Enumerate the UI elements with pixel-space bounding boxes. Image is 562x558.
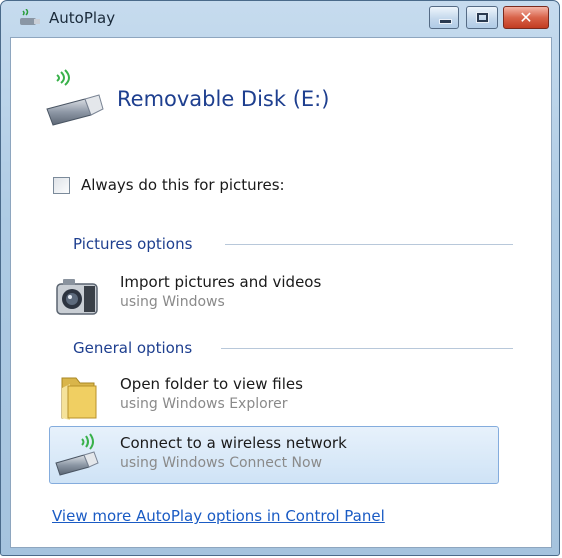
control-panel-link[interactable]: View more AutoPlay options in Control Pa… (52, 507, 385, 525)
option-subtitle: using Windows Connect Now (120, 455, 323, 471)
minimize-icon (439, 19, 452, 24)
option-connect-wireless[interactable]: Connect to a wireless network using Wind… (49, 426, 499, 484)
always-do-this-label: Always do this for pictures: (81, 176, 285, 194)
general-options-label: General options (73, 339, 193, 357)
pictures-options-label: Pictures options (73, 235, 193, 253)
close-icon: ✕ (519, 8, 533, 27)
pictures-options-header: Pictures options (73, 234, 192, 254)
usb-wireless-drive-icon (46, 69, 104, 126)
option-title: Open folder to view files (120, 375, 303, 393)
autoplay-title-icon (20, 9, 40, 25)
always-do-this-checkbox[interactable] (53, 177, 70, 194)
autoplay-window: AutoPlay ✕ Removable Disk (E:) Always do… (0, 0, 560, 556)
minimize-button[interactable] (429, 6, 459, 29)
pictures-options-divider (225, 244, 513, 245)
window-title: AutoPlay (49, 9, 116, 27)
option-import-pictures[interactable]: Import pictures and videos using Windows (49, 265, 499, 323)
option-subtitle: using Windows (120, 294, 225, 310)
maximize-icon (476, 12, 489, 23)
general-options-divider (221, 348, 513, 349)
folder-icon (61, 377, 97, 420)
general-options-header: General options (73, 338, 192, 358)
close-button[interactable]: ✕ (503, 6, 549, 29)
camera-icon (56, 279, 98, 315)
option-open-folder[interactable]: Open folder to view files using Windows … (49, 367, 499, 425)
option-title: Import pictures and videos (120, 273, 322, 291)
option-title: Connect to a wireless network (120, 434, 347, 452)
wireless-usb-icon (55, 433, 99, 476)
maximize-button[interactable] (466, 6, 498, 29)
device-title: Removable Disk (E:) (117, 87, 330, 111)
option-subtitle: using Windows Explorer (120, 396, 288, 412)
title-bar[interactable]: AutoPlay ✕ (1, 1, 559, 31)
